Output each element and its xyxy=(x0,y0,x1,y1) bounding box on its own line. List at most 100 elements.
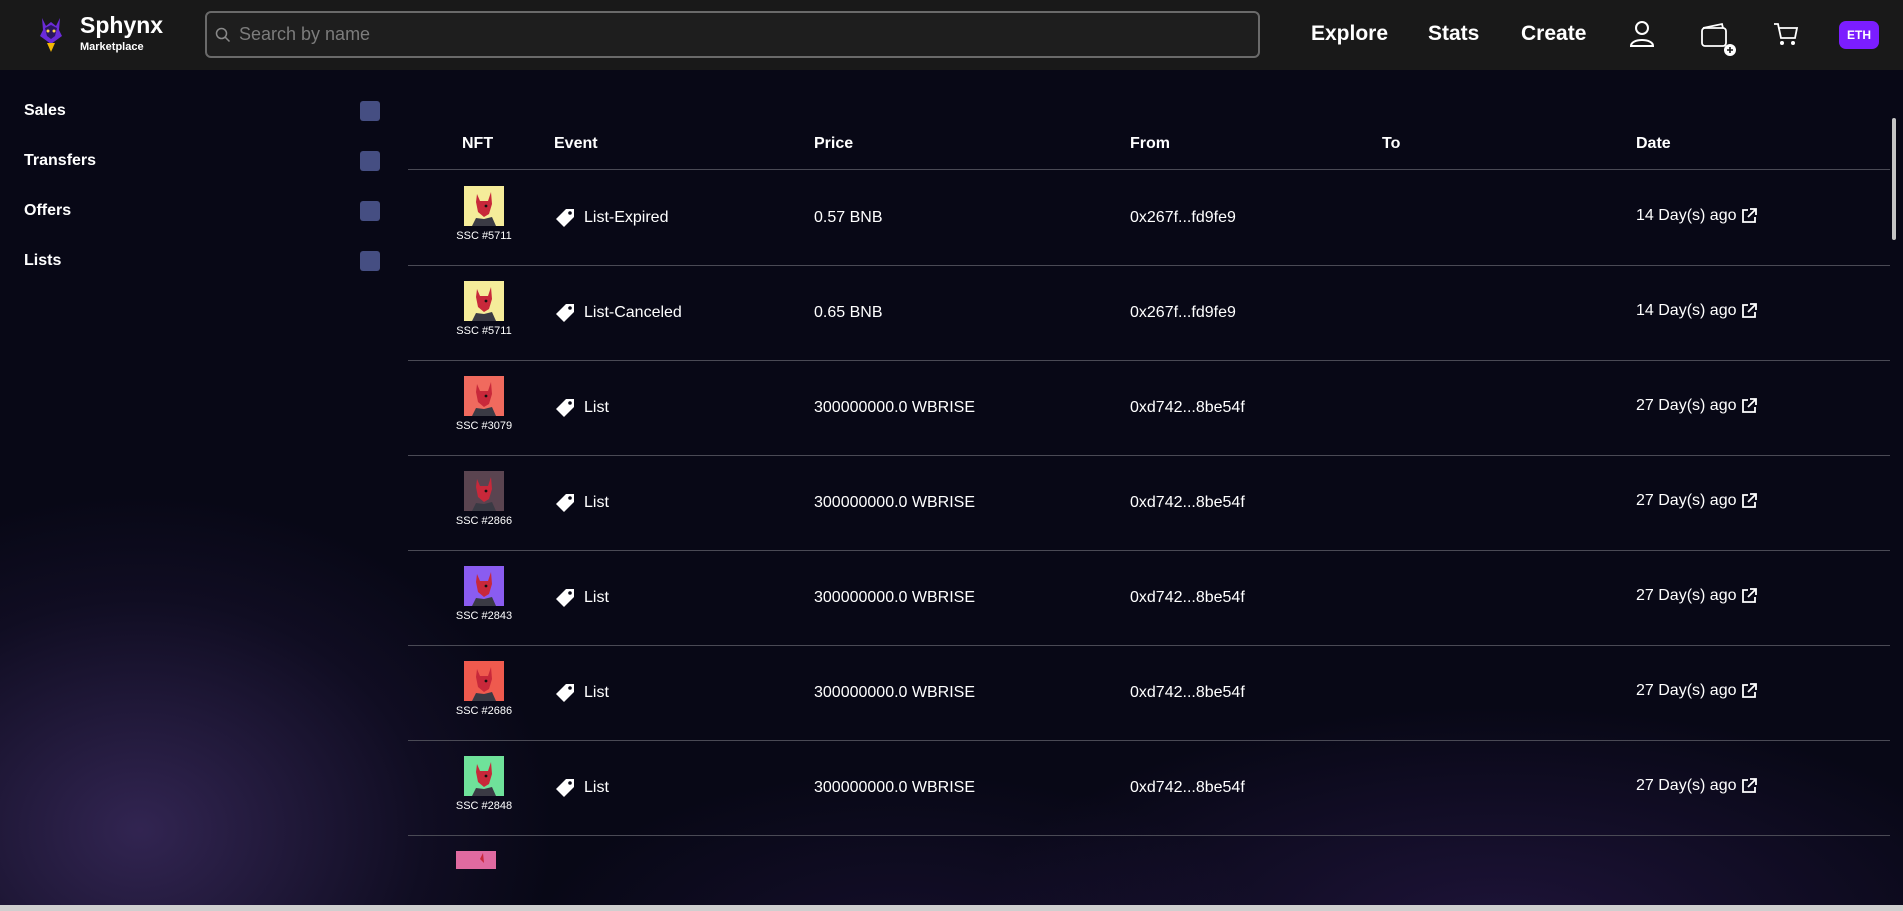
nft-cell[interactable]: SSC #5711 xyxy=(448,186,520,242)
wallet-icon[interactable] xyxy=(1700,20,1736,58)
nft-id[interactable]: SSC #5711 xyxy=(448,230,520,242)
table-row[interactable]: SSC #5711 List-Canceled 0.65 BNB 0x267f...f… xyxy=(408,266,1890,361)
nft-id[interactable]: SSC #3079 xyxy=(448,420,520,432)
nft-cell[interactable]: SSC #5711 xyxy=(448,281,520,337)
tag-icon xyxy=(556,589,574,607)
date-cell: 27 Day(s) ago xyxy=(1636,587,1758,605)
nft-id[interactable]: SSC #2686 xyxy=(448,705,520,717)
filter-sales[interactable]: Sales xyxy=(24,96,382,126)
filter-label: Transfers xyxy=(24,152,97,169)
price-cell: 300000000.0 WBRISE xyxy=(814,589,975,606)
external-link-icon[interactable] xyxy=(1740,587,1758,605)
nft-cell[interactable]: SSC #2686 xyxy=(448,661,520,717)
date-label: 14 Day(s) ago xyxy=(1636,207,1737,224)
from-address[interactable]: 0xd742...8be54f xyxy=(1130,399,1245,417)
from-address[interactable]: 0x267f...fd9fe9 xyxy=(1130,209,1236,227)
event-cell: List xyxy=(554,777,609,799)
date-cell: 14 Day(s) ago xyxy=(1636,207,1758,225)
external-link-icon[interactable] xyxy=(1740,777,1758,795)
filter-label: Lists xyxy=(24,252,62,269)
from-address[interactable]: 0xd742...8be54f xyxy=(1130,779,1245,797)
date-cell: 27 Day(s) ago xyxy=(1636,777,1758,795)
sphynx-logo-icon[interactable] xyxy=(36,14,66,54)
nft-id[interactable]: SSC #2843 xyxy=(448,610,520,622)
brand[interactable]: Sphynx Marketplace xyxy=(80,14,163,53)
table-row[interactable]: SSC #2866 List 300000000.0 WBRISE 0xd742...… xyxy=(408,456,1890,551)
nav-stats[interactable]: Stats xyxy=(1428,22,1479,46)
event-cell: List xyxy=(554,682,609,704)
external-link-icon[interactable] xyxy=(1740,397,1758,415)
column-price: Price xyxy=(814,135,854,152)
date-label: 27 Day(s) ago xyxy=(1636,397,1737,414)
from-address[interactable]: 0xd742...8be54f xyxy=(1130,494,1245,512)
from-address[interactable]: 0x267f...fd9fe9 xyxy=(1130,304,1236,322)
column-to: To xyxy=(1382,135,1401,152)
external-link-icon[interactable] xyxy=(1740,207,1758,225)
nft-cell[interactable]: SSC #3079 xyxy=(448,376,520,432)
brand-name: Sphynx xyxy=(80,12,164,38)
price-cell: 300000000.0 WBRISE xyxy=(814,779,975,796)
event-label: List xyxy=(584,779,609,796)
table-header: NFT Event Price From To Date xyxy=(408,120,1890,170)
search-input[interactable] xyxy=(239,24,1239,45)
filter-sales-checkbox[interactable] xyxy=(360,101,380,121)
scrollbar[interactable] xyxy=(1892,118,1896,240)
event-label: List xyxy=(584,684,609,701)
cart-icon[interactable] xyxy=(1772,20,1800,48)
top-header: Sphynx Marketplace Explore Stats Create … xyxy=(0,0,1903,70)
filter-transfers-checkbox[interactable] xyxy=(360,151,380,171)
external-link-icon[interactable] xyxy=(1740,682,1758,700)
external-link-icon[interactable] xyxy=(1740,492,1758,510)
nav-explore[interactable]: Explore xyxy=(1311,22,1388,46)
filter-transfers[interactable]: Transfers xyxy=(24,146,382,176)
nft-id[interactable]: SSC #5711 xyxy=(448,325,520,337)
nft-thumbnail[interactable] xyxy=(464,756,504,796)
table-row[interactable]: SSC #3079 List 300000000.0 WBRISE 0xd742...… xyxy=(408,361,1890,456)
date-cell: 14 Day(s) ago xyxy=(1636,302,1758,320)
from-address[interactable]: 0xd742...8be54f xyxy=(1130,589,1245,607)
nav-create[interactable]: Create xyxy=(1521,22,1586,46)
nft-thumbnail[interactable] xyxy=(464,661,504,701)
event-cell: List-Canceled xyxy=(554,302,682,324)
filter-offers[interactable]: Offers xyxy=(24,196,382,226)
table-row[interactable]: SSC #5711 List-Expired 0.57 BNB 0x267f...fd… xyxy=(408,171,1890,266)
filter-label: Offers xyxy=(24,202,72,219)
external-link-icon[interactable] xyxy=(1740,302,1758,320)
event-label: List xyxy=(584,494,609,511)
nft-cell[interactable]: SSC #2843 xyxy=(448,566,520,622)
table-row[interactable]: SSC #2843 List 300000000.0 WBRISE 0xd742...… xyxy=(408,551,1890,646)
nft-thumbnail[interactable] xyxy=(464,186,504,226)
nft-thumbnail[interactable] xyxy=(464,281,504,321)
price-cell: 300000000.0 WBRISE xyxy=(814,399,975,416)
nft-id[interactable]: SSC #2848 xyxy=(448,800,520,812)
tag-icon xyxy=(556,209,574,227)
column-from: From xyxy=(1130,135,1170,152)
event-label: List-Expired xyxy=(584,209,669,226)
from-address[interactable]: 0xd742...8be54f xyxy=(1130,684,1245,702)
column-date: Date xyxy=(1636,135,1671,152)
chain-selector-button[interactable]: ETH xyxy=(1839,21,1879,49)
date-cell: 27 Day(s) ago xyxy=(1636,492,1758,510)
event-label: List-Canceled xyxy=(584,304,682,321)
nft-cell[interactable]: SSC #2866 xyxy=(448,471,520,527)
table-row[interactable]: SSC #2686 List 300000000.0 WBRISE 0xd742...… xyxy=(408,646,1890,741)
nft-cell[interactable]: SSC #2848 xyxy=(448,756,520,812)
date-label: 27 Day(s) ago xyxy=(1636,587,1737,604)
filter-lists-checkbox[interactable] xyxy=(360,251,380,271)
brand-subtitle: Marketplace xyxy=(80,41,144,53)
event-cell: List xyxy=(554,397,609,419)
nft-thumbnail-partial[interactable] xyxy=(456,851,496,869)
nft-thumbnail[interactable] xyxy=(464,566,504,606)
table-row[interactable]: SSC #2848 List 300000000.0 WBRISE 0xd742...… xyxy=(408,741,1890,836)
nft-thumbnail[interactable] xyxy=(464,471,504,511)
nft-thumbnail[interactable] xyxy=(464,376,504,416)
nft-id[interactable]: SSC #2866 xyxy=(448,515,520,527)
tag-icon xyxy=(556,494,574,512)
tag-icon xyxy=(556,779,574,797)
activity-table: NFT Event Price From To Date SSC #5711 Li… xyxy=(408,70,1890,905)
price-cell: 300000000.0 WBRISE xyxy=(814,684,975,701)
filter-lists[interactable]: Lists xyxy=(24,246,382,276)
user-icon[interactable] xyxy=(1629,20,1655,48)
filter-offers-checkbox[interactable] xyxy=(360,201,380,221)
price-cell: 300000000.0 WBRISE xyxy=(814,494,975,511)
